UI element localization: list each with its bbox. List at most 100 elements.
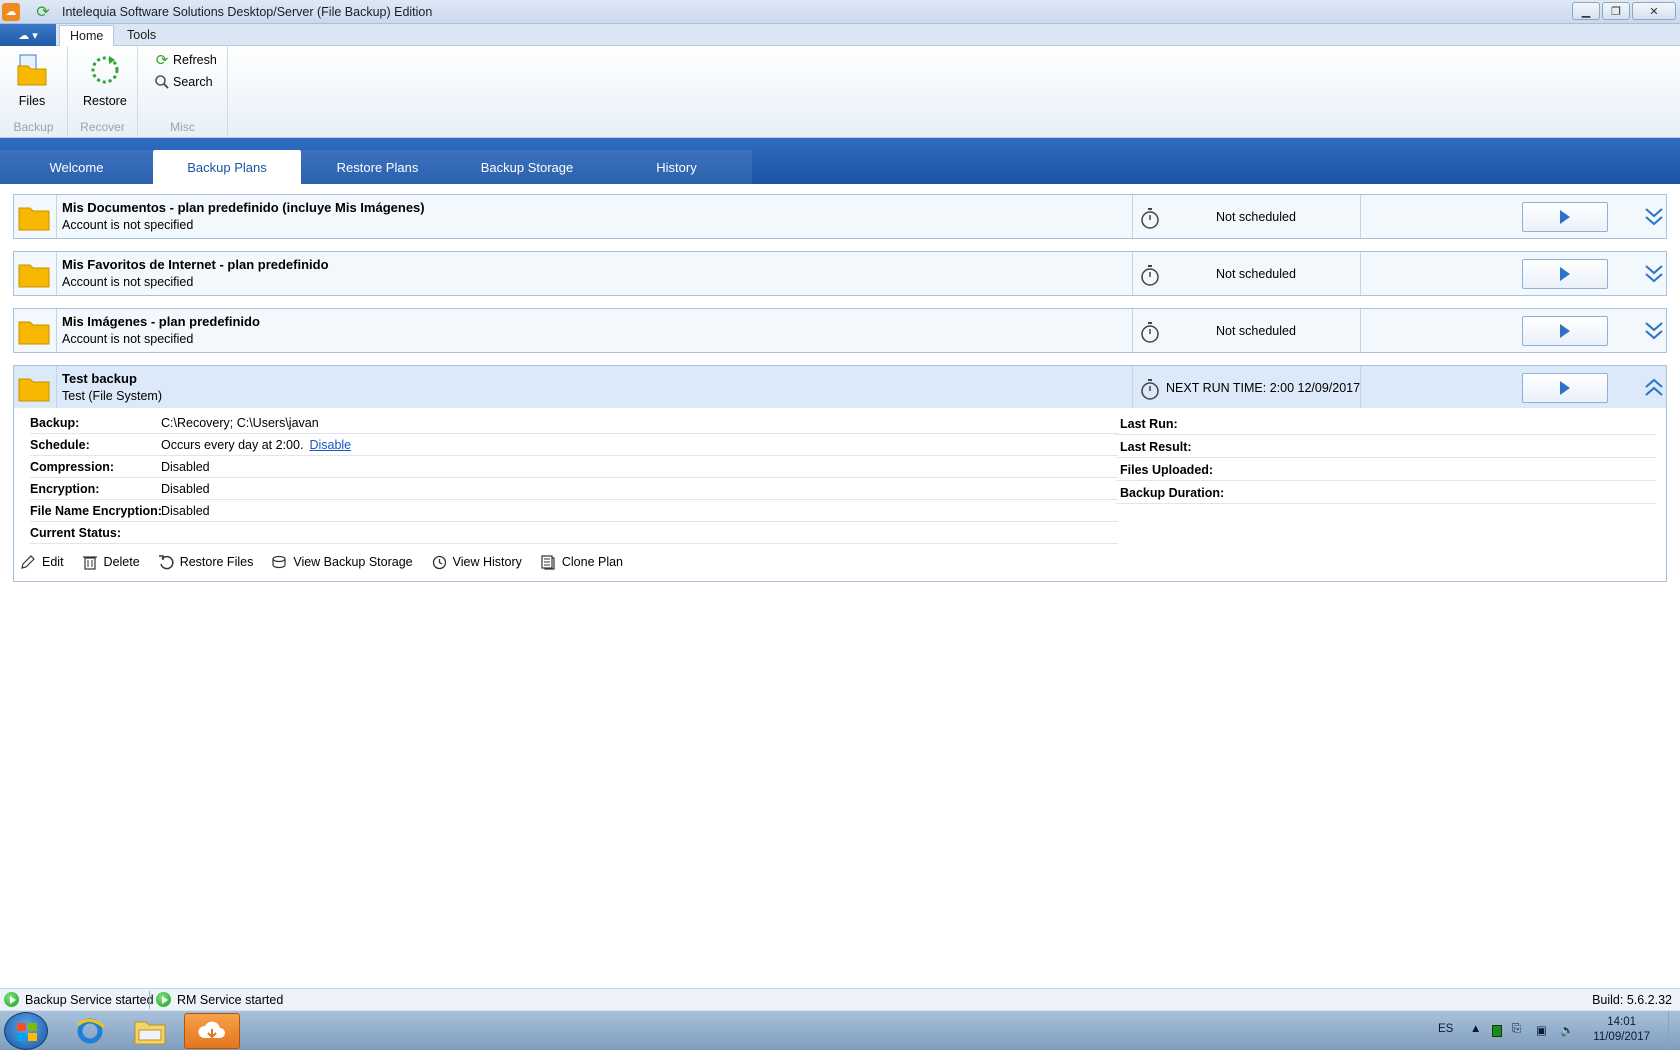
app-cloud-icon[interactable]: ☁ xyxy=(2,2,20,21)
result-row: Last Result: xyxy=(1116,435,1656,458)
tab-welcome[interactable]: Welcome xyxy=(0,150,153,184)
files-icon xyxy=(17,54,47,86)
detail-key: Compression: xyxy=(30,460,115,474)
detail-key: Schedule: xyxy=(30,438,90,452)
status-bar: Backup Service started RM Service starte… xyxy=(0,988,1680,1010)
restore-icon xyxy=(91,56,119,84)
plan-row-expanded[interactable]: Test backup Test (File System) NEXT RUN … xyxy=(13,365,1667,409)
delete-button[interactable]: Delete xyxy=(82,554,140,570)
divider xyxy=(1132,252,1133,295)
taskbar: ES ▲ ⎘ ▣ 🔈 14:01 11/09/2017 xyxy=(0,1010,1680,1050)
tab-backup-storage[interactable]: Backup Storage xyxy=(454,150,600,184)
ribbon-tab-home[interactable]: Home xyxy=(59,25,115,46)
folder-icon xyxy=(18,378,50,402)
ribbon-tab-tools[interactable]: Tools xyxy=(117,25,166,46)
rm-service-status: RM Service started xyxy=(156,992,283,1007)
close-button[interactable]: ✕ xyxy=(1632,2,1676,20)
service-running-icon xyxy=(4,992,19,1007)
language-indicator[interactable]: ES xyxy=(1438,1023,1453,1035)
plan-details: Backup: C:\Recovery; C:\Users\javan Sche… xyxy=(13,408,1667,582)
restore-files-button[interactable]: Restore Files xyxy=(158,554,253,570)
detail-key: Current Status: xyxy=(30,526,121,540)
divider xyxy=(1360,366,1361,409)
plan-subtitle: Account is not specified xyxy=(62,218,194,232)
edit-button[interactable]: Edit xyxy=(20,554,64,570)
history-icon xyxy=(432,555,446,570)
expand-chevron-icon[interactable] xyxy=(1644,205,1664,227)
run-plan-button[interactable] xyxy=(1522,202,1608,232)
plan-row[interactable]: Mis Imágenes - plan predefinido Account … xyxy=(13,308,1667,353)
plan-schedule: Not scheduled xyxy=(1216,324,1296,338)
view-history-button[interactable]: View History xyxy=(431,554,522,570)
restore-label: Restore xyxy=(83,94,127,108)
show-desktop-button[interactable] xyxy=(1668,1011,1680,1050)
start-button[interactable] xyxy=(4,1012,48,1050)
files-button[interactable]: Files xyxy=(14,52,50,108)
cloud-backup-icon xyxy=(198,1021,225,1039)
detail-row: File Name Encryption: Disabled xyxy=(30,500,1118,522)
taskbar-clock[interactable]: 14:01 11/09/2017 xyxy=(1593,1015,1650,1045)
divider xyxy=(1132,195,1133,238)
plan-row[interactable]: Mis Documentos - plan predefinido (inclu… xyxy=(13,194,1667,239)
tab-backup-plans[interactable]: Backup Plans xyxy=(153,150,301,184)
run-plan-button[interactable] xyxy=(1522,259,1608,289)
trash-icon xyxy=(82,556,97,570)
ribbon-tab-row: ☁ ▾ Home Tools xyxy=(0,24,1680,46)
quick-refresh-icon[interactable]: ⟳ xyxy=(34,3,52,21)
tab-history[interactable]: History xyxy=(600,150,753,184)
divider xyxy=(1132,366,1133,409)
search-button[interactable]: Search xyxy=(154,74,213,90)
internet-explorer-icon xyxy=(77,1018,105,1044)
taskbar-ie-button[interactable] xyxy=(62,1013,118,1049)
restore-arrow-icon xyxy=(158,555,174,570)
detail-row: Schedule: Occurs every day at 2:00. Disab… xyxy=(30,434,1118,456)
plan-row[interactable]: Mis Favoritos de Internet - plan predefi… xyxy=(13,251,1667,296)
restore-button[interactable]: Restore xyxy=(83,52,127,108)
play-icon xyxy=(1560,267,1570,281)
view-backup-storage-button[interactable]: View Backup Storage xyxy=(271,554,413,570)
clock-date: 11/09/2017 xyxy=(1593,1031,1650,1043)
taskbar-backup-app-button[interactable] xyxy=(184,1013,240,1049)
result-key: Last Run: xyxy=(1120,417,1178,431)
schedule-text: Occurs every day at 2:00. xyxy=(161,438,304,452)
detail-value: Disabled xyxy=(161,482,210,496)
tray-expand-icon[interactable]: ▲ xyxy=(1470,1023,1481,1035)
tray-network-icon[interactable]: ▣ xyxy=(1536,1023,1547,1037)
service-running-icon xyxy=(156,992,171,1007)
backup-service-status: Backup Service started xyxy=(4,992,154,1007)
refresh-button[interactable]: ⟳ Refresh xyxy=(154,52,217,69)
collapse-chevron-icon[interactable] xyxy=(1644,376,1664,398)
tray-volume-icon[interactable]: 🔈 xyxy=(1560,1023,1574,1037)
run-plan-button[interactable] xyxy=(1522,316,1608,346)
stopwatch-icon xyxy=(1141,208,1159,229)
files-label: Files xyxy=(18,94,46,108)
tray-backup-icon[interactable] xyxy=(1492,1025,1502,1037)
app-menu-button[interactable]: ☁ ▾ xyxy=(0,24,56,46)
minimize-button[interactable]: ▁ xyxy=(1572,2,1600,20)
run-plan-button[interactable] xyxy=(1522,373,1608,403)
expand-chevron-icon[interactable] xyxy=(1644,319,1664,341)
disable-schedule-link[interactable]: Disable xyxy=(309,438,351,452)
plan-name: Mis Favoritos de Internet - plan predefi… xyxy=(62,257,329,272)
ribbon: Files Backup Restore Recover ⟳ Refresh S… xyxy=(0,46,1680,138)
divider xyxy=(56,252,57,295)
clone-icon xyxy=(541,555,555,570)
tray-device-icon[interactable]: ⎘ xyxy=(1512,1023,1521,1036)
tab-restore-plans[interactable]: Restore Plans xyxy=(301,150,454,184)
plan-name: Test backup xyxy=(62,371,137,386)
title-bar: ☁ ⟳ Intelequia Software Solutions Deskto… xyxy=(0,0,1680,24)
result-row: Backup Duration: xyxy=(1116,481,1656,504)
stopwatch-icon xyxy=(1141,265,1159,286)
taskbar-explorer-button[interactable] xyxy=(122,1013,178,1049)
maximize-button[interactable]: ❐ xyxy=(1602,2,1630,20)
divider xyxy=(56,366,57,409)
detail-key: Encryption: xyxy=(30,482,100,496)
group-label-backup: Backup xyxy=(13,120,54,134)
edit-label: Edit xyxy=(42,555,64,569)
clone-plan-button[interactable]: Clone Plan xyxy=(540,554,623,570)
view-backup-storage-label: View Backup Storage xyxy=(293,555,413,569)
search-label: Search xyxy=(173,75,213,89)
stopwatch-icon xyxy=(1141,379,1159,400)
expand-chevron-icon[interactable] xyxy=(1644,262,1664,284)
window-title: Intelequia Software Solutions Desktop/Se… xyxy=(62,4,433,19)
